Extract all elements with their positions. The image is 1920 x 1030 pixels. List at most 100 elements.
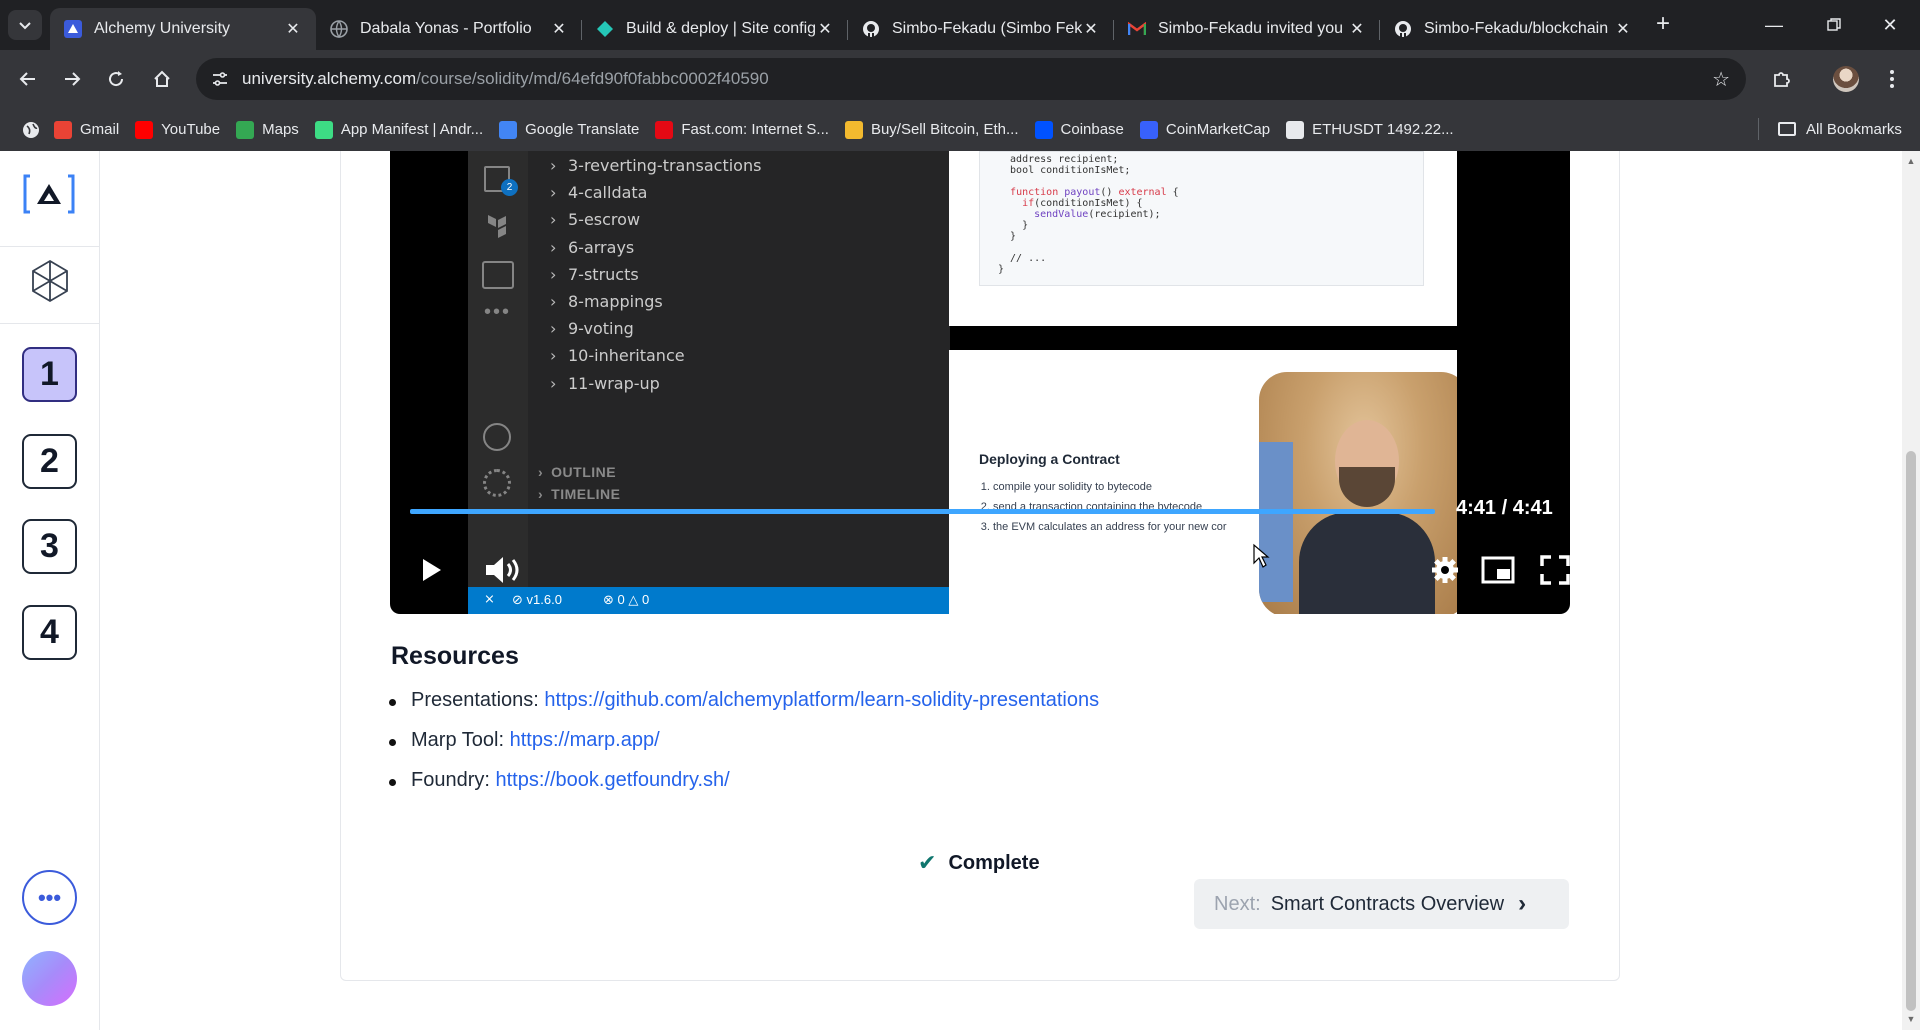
extensions-button[interactable] (1766, 63, 1798, 95)
bookmark-label: App Manifest | Andr... (340, 121, 484, 138)
tab-4[interactable]: Simbo-Fekadu (Simbo Feka ✕ (848, 8, 1114, 50)
bookmark-item[interactable]: Fast.com: Internet S... (647, 115, 837, 145)
alchemy-logo[interactable] (20, 169, 78, 219)
fullscreen-button[interactable] (1540, 555, 1570, 585)
code-snippet: address recipient; bool conditionIsMet; … (979, 151, 1424, 286)
url-text[interactable]: university.alchemy.com/course/solidity/m… (242, 69, 769, 89)
forward-button[interactable] (56, 63, 88, 95)
step-1-button[interactable]: 1 (22, 347, 77, 402)
resource-link-marp[interactable]: https://marp.app/ (510, 729, 660, 751)
tab-5[interactable]: Simbo-Fekadu invited you ✕ (1114, 8, 1380, 50)
close-window-button[interactable]: ✕ (1862, 0, 1918, 50)
reload-button[interactable] (100, 63, 132, 95)
close-tab-icon[interactable]: ✕ (1614, 19, 1632, 39)
tab-1[interactable]: Alchemy University ✕ (50, 8, 316, 50)
tab-title: Simbo-Fekadu invited you (1158, 20, 1343, 37)
window-icon (482, 261, 514, 289)
step-3-button[interactable]: 3 (22, 519, 77, 574)
bookmark-favicon-icon (236, 120, 255, 139)
url-host: university.alchemy.com (242, 69, 417, 88)
back-button[interactable] (12, 63, 44, 95)
settings-button[interactable] (1430, 555, 1460, 585)
remote-icon: ⨯ (484, 591, 495, 606)
home-button[interactable] (146, 63, 178, 95)
bookmark-item[interactable]: ETHUSDT 1492.22... (1278, 115, 1461, 145)
tab-3[interactable]: Build & deploy | Site config ✕ (582, 8, 848, 50)
resource-label: Marp Tool: (411, 729, 505, 751)
explorer-folder-label: 4-calldata (568, 183, 648, 203)
browser-toolbar: university.alchemy.com/course/solidity/m… (0, 50, 1920, 108)
bookmark-item[interactable]: Coinbase (1027, 115, 1132, 145)
minimize-button[interactable]: — (1746, 0, 1802, 50)
bookmark-item[interactable]: Gmail (46, 115, 127, 145)
close-tab-icon[interactable]: ✕ (284, 19, 302, 39)
miniplayer-button[interactable] (1480, 555, 1516, 585)
resource-link-presentations[interactable]: https://github.com/alchemyplatform/learn… (544, 689, 1099, 711)
volume-button[interactable] (484, 554, 526, 586)
bookmark-item[interactable]: Google Translate (491, 115, 647, 145)
all-bookmarks[interactable]: All Bookmarks (1770, 114, 1910, 144)
close-tab-icon[interactable]: ✕ (1348, 19, 1366, 39)
bookmark-favicon-icon (135, 120, 154, 139)
account-icon (483, 423, 511, 451)
address-bar[interactable]: university.alchemy.com/course/solidity/m… (196, 58, 1746, 100)
bookmark-favicon-icon (655, 120, 674, 139)
checkmark-icon: ✔ (918, 850, 937, 875)
explorer-folder-label: 7-structs (568, 264, 639, 284)
next-lesson-button[interactable]: Next: Smart Contracts Overview › (1194, 879, 1569, 929)
close-tab-icon[interactable]: ✕ (816, 19, 834, 39)
fullscreen-icon (1540, 555, 1570, 585)
close-tab-icon[interactable]: ✕ (550, 19, 568, 39)
bookmark-item[interactable]: Buy/Sell Bitcoin, Eth... (837, 115, 1027, 145)
tab-search-button[interactable] (8, 10, 42, 40)
bookmark-label: Google Translate (525, 121, 640, 138)
bookmark-favicon-icon (844, 120, 863, 139)
more-options-button[interactable]: ••• (22, 870, 77, 925)
resource-link-foundry[interactable]: https://book.getfoundry.sh/ (496, 769, 730, 791)
bookmark-star-icon[interactable]: ☆ (1712, 67, 1730, 92)
explorer-folder-label: 6-arrays (568, 237, 635, 257)
sidebar-divider (0, 323, 100, 324)
tab-title: Alchemy University (94, 20, 231, 37)
scrollbar-thumb[interactable] (1906, 451, 1916, 1011)
scroll-up-icon[interactable]: ▲ (1905, 155, 1917, 167)
bookmark-item[interactable]: App Manifest | Andr... (307, 115, 491, 145)
tab-6[interactable]: Simbo-Fekadu/blockchain ✕ (1380, 8, 1646, 50)
profile-avatar[interactable] (1830, 63, 1862, 95)
user-avatar[interactable] (22, 951, 77, 1006)
terraform-icon (486, 213, 510, 239)
gear-icon (1432, 557, 1458, 583)
explorer-folder: › 4-calldata (550, 183, 648, 203)
tab-strip: Alchemy University ✕ Dabala Yonas - Portfo… (0, 0, 1920, 50)
bookmark-item[interactable]: YouTube (127, 115, 228, 145)
complete-status[interactable]: ✔ Complete (918, 850, 1040, 876)
globe-icon (23, 121, 39, 138)
bookmark-item[interactable]: CoinMarketCap (1132, 115, 1278, 145)
explorer-folder-label: 3-reverting-transactions (568, 156, 762, 175)
scroll-down-icon[interactable]: ▼ (1905, 1013, 1917, 1025)
tab-2[interactable]: Dabala Yonas - Portfolio ✕ (316, 8, 582, 50)
page-scrollbar[interactable]: ▲ ▼ (1902, 151, 1920, 1030)
step-2-button[interactable]: 2 (22, 434, 77, 489)
restore-button[interactable] (1806, 0, 1862, 50)
timeline-section: › TIMELINE (538, 486, 621, 502)
course-emblem-icon[interactable] (30, 259, 70, 308)
video-progress-bar[interactable] (410, 509, 1435, 514)
video-frame-slide-deploy: Deploying a Contract compile your solidi… (949, 350, 1457, 614)
bookmark-label: Fast.com: Internet S... (681, 121, 829, 138)
video-player[interactable]: 2 ••• › OUTLINE › TIMELINE › 3-reverting-tr… (390, 151, 1570, 614)
explorer-folder-label: 5-escrow (568, 210, 641, 230)
close-tab-icon[interactable]: ✕ (1082, 19, 1100, 39)
new-tab-button[interactable]: + (1650, 12, 1676, 38)
step-4-button[interactable]: 4 (22, 605, 77, 660)
play-button[interactable] (418, 555, 446, 585)
bookmark-globe[interactable] (16, 115, 46, 145)
site-info-icon[interactable] (208, 67, 232, 91)
bookmark-item[interactable]: Maps (228, 115, 307, 145)
reload-icon (109, 71, 124, 87)
gmail-icon (1128, 20, 1146, 38)
browser-menu-button[interactable] (1876, 63, 1908, 95)
bookmarks-bar: Gmail YouTube Maps App Manifest | Andr... Go… (0, 108, 1920, 151)
explorer-folder: › 8-mappings (550, 292, 663, 311)
globe-icon (330, 20, 348, 38)
